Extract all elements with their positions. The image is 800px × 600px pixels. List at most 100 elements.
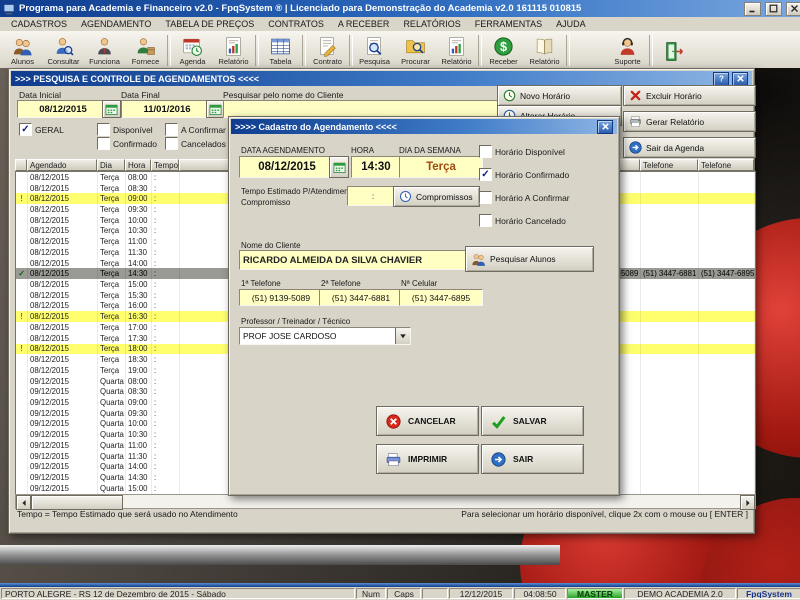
- novo-horario-button[interactable]: Novo Horário: [497, 85, 622, 106]
- data-inicial-label: Data Inicial: [19, 90, 62, 100]
- dialog-checkbox-horario-confirmado[interactable]: ✓ Horário Confirmado: [479, 168, 569, 181]
- professor-dropdown[interactable]: PROF JOSE CARDOSO: [239, 327, 411, 345]
- tel1-label: 1ª Telefone: [241, 279, 281, 288]
- cell: [641, 472, 699, 483]
- menu-a-receber[interactable]: A RECEBER: [331, 19, 397, 29]
- data-inicial-field[interactable]: 08/12/2015: [17, 100, 109, 118]
- scroll-left-button[interactable]: [16, 495, 31, 510]
- cell: [16, 172, 28, 183]
- toolbar-fornece[interactable]: Fornece: [125, 32, 166, 69]
- cancelar-button[interactable]: CANCELAR: [376, 406, 479, 436]
- cell: :: [152, 289, 180, 301]
- dialog-close-button[interactable]: [597, 119, 613, 134]
- filter-disponivel[interactable]: Disponível: [97, 123, 153, 136]
- cell: Terça: [98, 225, 126, 237]
- cell: [699, 364, 755, 376]
- scrollbar-track[interactable]: [123, 495, 740, 508]
- filter-cancelados[interactable]: Cancelados: [165, 137, 226, 150]
- toolbar-tabela[interactable]: Tabela: [260, 32, 301, 69]
- celular-field[interactable]: (51) 3447-6895: [399, 289, 483, 306]
- pesquisar-alunos-button[interactable]: Pesquisar Alunos: [465, 246, 594, 272]
- toolbar-pesquisa[interactable]: Pesquisa: [354, 32, 395, 69]
- toolbar-suporte[interactable]: Suporte: [607, 32, 648, 69]
- cell: [641, 236, 699, 248]
- toolbar-agenda[interactable]: Agenda: [172, 32, 213, 69]
- dialog-calendar-button[interactable]: [329, 156, 349, 178]
- horizontal-scrollbar[interactable]: [15, 494, 756, 510]
- scroll-left-icon: [20, 499, 28, 507]
- scrollbar-thumb[interactable]: [31, 495, 123, 510]
- dropdown-arrow-button[interactable]: [395, 328, 410, 344]
- menu-ferramentas[interactable]: FERRAMENTAS: [468, 19, 549, 29]
- sair-button[interactable]: SAIR: [481, 444, 584, 474]
- agenda-close-button[interactable]: [732, 71, 748, 86]
- data-final-field[interactable]: 11/01/2016: [121, 100, 213, 118]
- checkbox-box: [479, 214, 492, 227]
- cell: [641, 407, 699, 419]
- cell: [641, 279, 699, 290]
- compromissos-button[interactable]: Compromissos: [393, 186, 480, 207]
- cell: [16, 472, 28, 483]
- cell: 08/12/2015: [28, 311, 98, 323]
- dialog-checkbox-horario-a-confirmar[interactable]: Horário A Confirmar: [479, 191, 570, 204]
- excluir-horario-button[interactable]: Excluir Horário: [623, 85, 756, 106]
- data-inicial-calendar-button[interactable]: [102, 100, 121, 118]
- cell: [699, 311, 755, 323]
- scroll-right-button[interactable]: [740, 495, 755, 510]
- cell: 10:30: [126, 429, 152, 440]
- agendamento-dialog: >>>> Cadastro do Agendamento <<<< DATA A…: [228, 116, 620, 496]
- hora-field[interactable]: 14:30: [351, 156, 401, 178]
- cell: 08:00: [126, 172, 152, 183]
- toolbar-procurar[interactable]: Procurar: [395, 32, 436, 69]
- menu-ajuda[interactable]: AJUDA: [549, 19, 593, 29]
- filter-geral[interactable]: ✓ GERAL: [19, 123, 64, 136]
- toolbar: Alunos Consultar Funciona Fornece Agenda Rela…: [0, 31, 800, 71]
- dialog-titlebar: >>>> Cadastro do Agendamento <<<<: [231, 119, 617, 134]
- maximize-button[interactable]: [765, 1, 782, 16]
- salvar-button[interactable]: SALVAR: [481, 406, 584, 436]
- cell: 16:30: [126, 311, 152, 323]
- minimize-button[interactable]: [744, 1, 761, 16]
- menu-agendamento[interactable]: AGENDAMENTO: [74, 19, 158, 29]
- toolbar-receber[interactable]: $ Receber: [483, 32, 524, 69]
- toolbar-alunos[interactable]: Alunos: [2, 32, 43, 69]
- tempo-estimado-field[interactable]: :: [347, 186, 399, 206]
- checkbox-box: [479, 145, 492, 158]
- toolbar-relatorio[interactable]: Relatório: [213, 32, 254, 69]
- data-agendamento-field[interactable]: 08/12/2015: [239, 156, 335, 178]
- cliente-field[interactable]: RICARDO ALMEIDA DA SILVA CHAVIER: [239, 250, 467, 270]
- cell: [16, 407, 28, 419]
- cell: [641, 386, 699, 398]
- menu-relatorios[interactable]: RELATÓRIOS: [396, 19, 467, 29]
- cell: 08/12/2015: [28, 172, 98, 183]
- agenda-help-button[interactable]: ?: [713, 71, 729, 86]
- toolbar-exit-door-icon[interactable]: [654, 32, 695, 69]
- toolbar-relatorio[interactable]: Relatório: [524, 32, 565, 69]
- cell: [699, 482, 755, 494]
- toolbar-relatorio[interactable]: Relatório: [436, 32, 477, 69]
- cell: :: [152, 279, 180, 290]
- tel2-field[interactable]: (51) 3447-6881: [319, 289, 403, 306]
- menu-tabela-de-precos[interactable]: TABELA DE PREÇOS: [158, 19, 261, 29]
- dia-semana-field[interactable]: Terça: [399, 156, 483, 178]
- toolbar-consultar[interactable]: Consultar: [43, 32, 84, 69]
- imprimir-button[interactable]: IMPRIMIR: [376, 444, 479, 474]
- menu-contratos[interactable]: CONTRATOS: [261, 19, 331, 29]
- filter-a-confirmar[interactable]: A Confirmar: [165, 123, 226, 136]
- gerar-relatorio-button[interactable]: Gerar Relatório: [623, 111, 756, 132]
- cell: 09:30: [126, 407, 152, 419]
- filter-confirmado[interactable]: Confirmado: [97, 137, 157, 150]
- dropdown-value: PROF JOSE CARDOSO: [243, 331, 337, 341]
- menu-cadastros[interactable]: CADASTROS: [4, 19, 74, 29]
- window-title: Programa para Academia e Financeiro v2.0…: [19, 3, 582, 14]
- dialog-checkbox-horario-disponivel[interactable]: Horário Disponível: [479, 145, 565, 158]
- cell: [699, 193, 755, 205]
- toolbar-funciona[interactable]: Funciona: [84, 32, 125, 69]
- toolbar-contrato[interactable]: Contrato: [307, 32, 348, 69]
- close-button[interactable]: [786, 1, 800, 16]
- tel1-field[interactable]: (51) 9139-5089: [239, 289, 323, 306]
- sair-da-agenda-button[interactable]: Sair da Agenda: [623, 137, 756, 158]
- dialog-checkbox-horario-cancelado[interactable]: Horário Cancelado: [479, 214, 566, 227]
- folder-search-icon: [405, 36, 426, 57]
- cell: 15:00: [126, 279, 152, 290]
